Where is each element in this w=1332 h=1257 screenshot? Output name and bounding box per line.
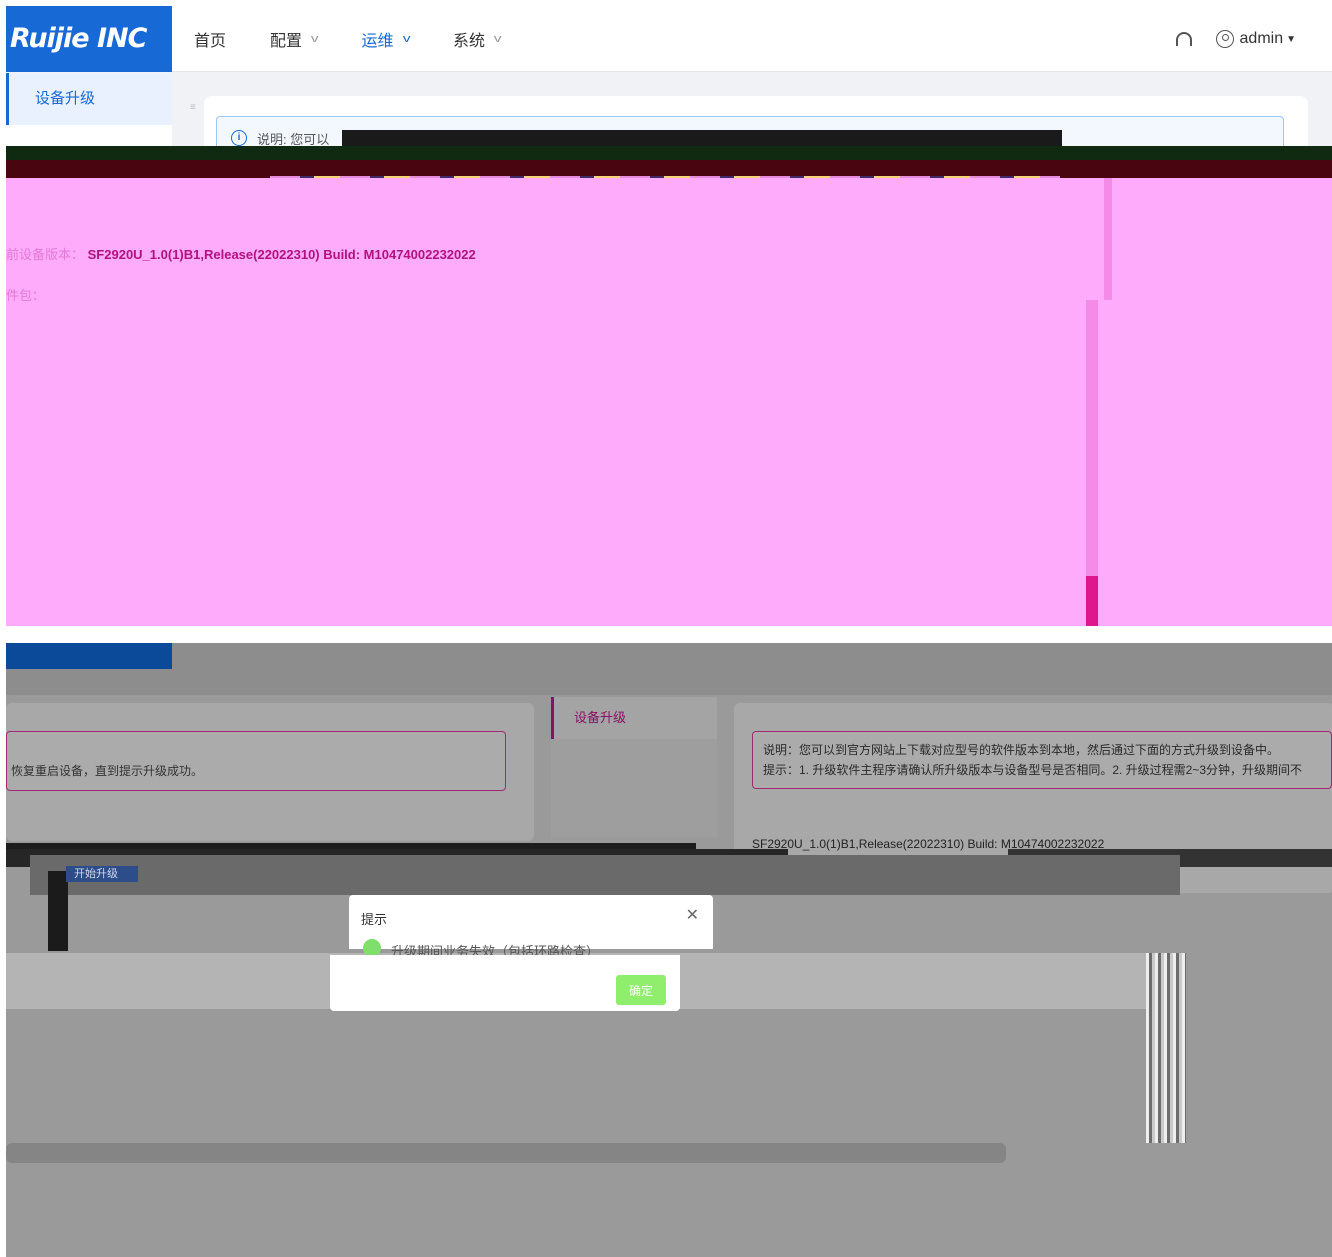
version-label: 前设备版本： <box>6 247 85 262</box>
glitch-band <box>342 130 1062 146</box>
sidebar-item-device-upgrade[interactable]: 设备升级 <box>551 697 717 739</box>
nav-item-label: 运维 <box>361 33 394 50</box>
chevron-down-icon: v <box>493 33 502 45</box>
confirm-dialog: 提示 ✕ 升级期间业务失效（包括环路检查） <box>349 895 713 959</box>
notice-tip: 提示：1. 升级软件主程序请确认所升级版本与设备型号是否相同。2. 升级过程需2… <box>763 763 1303 777</box>
restart-hint: 恢复重启设备，直到提示升级成功。 <box>11 764 204 778</box>
ok-button[interactable]: 确定 <box>616 975 666 1005</box>
sidebar-item-device-upgrade[interactable]: 设备升级 <box>6 73 172 125</box>
ghost-panel <box>6 1143 1006 1163</box>
glitch-strip <box>1104 178 1112 300</box>
glitch-strip <box>1086 576 1098 626</box>
separator <box>6 626 1332 643</box>
glitch-band <box>48 871 68 951</box>
nav-item-label: 首页 <box>194 33 227 50</box>
glitch-strip <box>1086 300 1098 580</box>
app-lower-view: 设备升级 恢复重启设备，直到提示升级成功。 说明：您可以到官方网站上下载对应型号… <box>6 643 1332 1257</box>
package-label: 件包： <box>6 288 46 303</box>
user-area: admin ▼ <box>1175 6 1296 72</box>
start-upgrade-button[interactable]: 开始升级 <box>66 866 138 882</box>
nav-item-label: 配置 <box>270 33 303 50</box>
nav-item-system[interactable]: 系统 v <box>453 27 502 51</box>
dialog-title: 提示 <box>361 912 388 927</box>
user-avatar-icon <box>1215 30 1234 48</box>
user-menu[interactable]: admin <box>1240 30 1284 48</box>
menu-collapse-icon[interactable]: ≡ <box>190 102 196 113</box>
top-navbar: Ruijie INC 首页 配置 v 运维 v 系统 v admin ▼ <box>6 6 1332 72</box>
package-row: 件包： <box>6 285 45 304</box>
nav-item-label: 系统 <box>453 33 486 50</box>
info-icon: i <box>231 130 247 146</box>
nav-item-home[interactable]: 首页 <box>194 27 226 51</box>
chevron-down-icon: v <box>310 33 319 45</box>
notice-text: 说明: 您可以 <box>257 131 330 147</box>
notice-text: 说明：您可以到官方网站上下载对应型号的软件版本到本地，然后通过下面的方式升级到设… <box>763 743 1280 757</box>
ghost-notice-box: 说明：您可以到官方网站上下载对应型号的软件版本到本地，然后通过下面的方式升级到设… <box>752 731 1332 789</box>
glitch-band <box>30 855 1180 895</box>
caret-down-icon[interactable]: ▼ <box>1286 34 1296 45</box>
headset-icon[interactable] <box>1175 32 1192 46</box>
nav-item-maintenance[interactable]: 运维 v <box>361 27 411 51</box>
main-nav: 首页 配置 v 运维 v 系统 v <box>194 6 545 72</box>
chevron-down-icon: v <box>402 33 411 45</box>
ghost-navbar <box>6 643 1332 695</box>
version-row: 前设备版本： SF2920U_1.0(1)B1,Release(22022310… <box>6 244 476 263</box>
dialog-footer: 确定 <box>330 955 680 1011</box>
version-value: SF2920U_1.0(1)B1,Release(22022310) Build… <box>87 247 476 262</box>
ghost-notice-box: 恢复重启设备，直到提示升级成功。 <box>6 731 506 791</box>
close-icon[interactable]: ✕ <box>686 905 699 925</box>
ghost-logo <box>6 643 172 669</box>
ruijie-logo: Ruijie INC <box>6 6 172 72</box>
nav-item-config[interactable]: 配置 v <box>270 27 319 51</box>
glitch-band <box>1146 953 1186 1143</box>
